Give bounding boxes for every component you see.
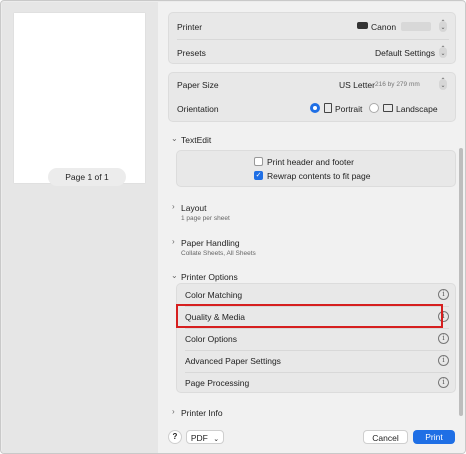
option-label: Advanced Paper Settings — [185, 356, 281, 366]
chevron-down-icon[interactable]: ⌄ — [171, 271, 178, 280]
help-button[interactable]: ? — [168, 430, 182, 444]
chevron-down-icon[interactable]: ⌄ — [171, 134, 178, 143]
chevron-right-icon[interactable]: › — [172, 407, 175, 416]
layout-title[interactable]: Layout — [181, 203, 207, 213]
option-color-options[interactable]: Color Options i — [177, 328, 449, 350]
pdf-menu-button[interactable]: PDF ⌄ — [186, 430, 224, 444]
header-footer-checkbox[interactable] — [254, 157, 263, 166]
redacted-block — [401, 22, 431, 31]
info-icon[interactable]: i — [438, 355, 449, 366]
printer-options-title: Printer Options — [181, 272, 238, 282]
paper-handling-subtitle: Collate Sheets, All Sheets — [181, 250, 256, 257]
chevron-updown-icon: ⌃ ⌄ — [439, 46, 447, 58]
chevron-updown-icon: ⌃ ⌄ — [439, 78, 447, 90]
textedit-title: TextEdit — [181, 135, 212, 145]
portrait-icon — [324, 103, 332, 113]
info-icon[interactable]: i — [438, 333, 449, 344]
portrait-label: Portrait — [335, 104, 363, 114]
chevron-right-icon[interactable]: › — [172, 237, 175, 246]
option-label: Color Options — [185, 334, 237, 344]
landscape-icon — [383, 104, 393, 112]
print-button[interactable]: Print — [413, 430, 455, 444]
printer-icon — [357, 22, 368, 29]
paper-handling-title[interactable]: Paper Handling — [181, 238, 240, 248]
pdf-label: PDF — [190, 433, 208, 443]
header-footer-label: Print header and footer — [267, 157, 354, 167]
scrollbar[interactable] — [459, 148, 463, 416]
paper-size-select[interactable]: US Letter 216 by 279 mm ⌃ ⌄ — [337, 77, 447, 93]
printer-value: Canon — [371, 22, 397, 32]
page-indicator: Page 1 of 1 — [48, 168, 126, 186]
divider — [177, 39, 449, 40]
rewrap-checkbox[interactable]: ✓ — [254, 171, 263, 180]
option-color-matching[interactable]: Color Matching i — [177, 284, 449, 306]
preview-page: Page 1 of 1 — [14, 13, 145, 186]
cancel-button[interactable]: Cancel — [363, 430, 408, 444]
landscape-label: Landscape — [396, 104, 438, 114]
presets-label: Presets — [177, 48, 206, 58]
orientation-label: Orientation — [177, 104, 219, 114]
paper-size-value: US Letter — [339, 80, 375, 90]
paper-size-label: Paper Size — [177, 80, 219, 90]
textedit-options: Print header and footer ✓ Rewrap content… — [176, 150, 456, 187]
printer-select[interactable]: Canon ⌃ ⌄ — [357, 19, 447, 35]
option-page-processing[interactable]: Page Processing i — [177, 372, 449, 394]
chevron-right-icon[interactable]: › — [172, 202, 175, 211]
printer-presets-group: Printer Canon ⌃ ⌄ Presets Default Setting… — [168, 12, 456, 64]
paper-group: Paper Size US Letter 216 by 279 mm ⌃ ⌄ Or… — [168, 72, 456, 122]
settings-pane: Printer Canon ⌃ ⌄ Presets Default Setting… — [158, 2, 465, 453]
presets-value: Default Settings — [374, 48, 435, 58]
chevron-down-icon: ⌄ — [213, 436, 220, 443]
highlight-box — [176, 304, 443, 328]
printer-info-title[interactable]: Printer Info — [181, 408, 223, 418]
preview-pane: Page 1 of 1 — [2, 2, 158, 453]
printer-label: Printer — [177, 22, 203, 32]
option-label: Color Matching — [185, 290, 243, 300]
info-icon[interactable]: i — [438, 377, 449, 388]
presets-select[interactable]: Default Settings ⌃ ⌄ — [357, 45, 447, 61]
option-label: Page Processing — [185, 378, 250, 388]
rewrap-label: Rewrap contents to fit page — [267, 171, 371, 181]
print-dialog: Page 1 of 1 Printer Canon ⌃ ⌄ Presets Def… — [0, 0, 466, 454]
landscape-radio[interactable] — [369, 103, 379, 113]
layout-subtitle: 1 page per sheet — [181, 215, 230, 222]
info-icon[interactable]: i — [438, 289, 449, 300]
option-advanced-paper[interactable]: Advanced Paper Settings i — [177, 350, 449, 372]
portrait-radio[interactable] — [310, 103, 320, 113]
printer-options-list: Color Matching i Quality & Media i Color… — [176, 283, 456, 393]
chevron-updown-icon: ⌃ ⌄ — [439, 20, 447, 32]
paper-size-detail: 216 by 279 mm — [375, 81, 420, 88]
